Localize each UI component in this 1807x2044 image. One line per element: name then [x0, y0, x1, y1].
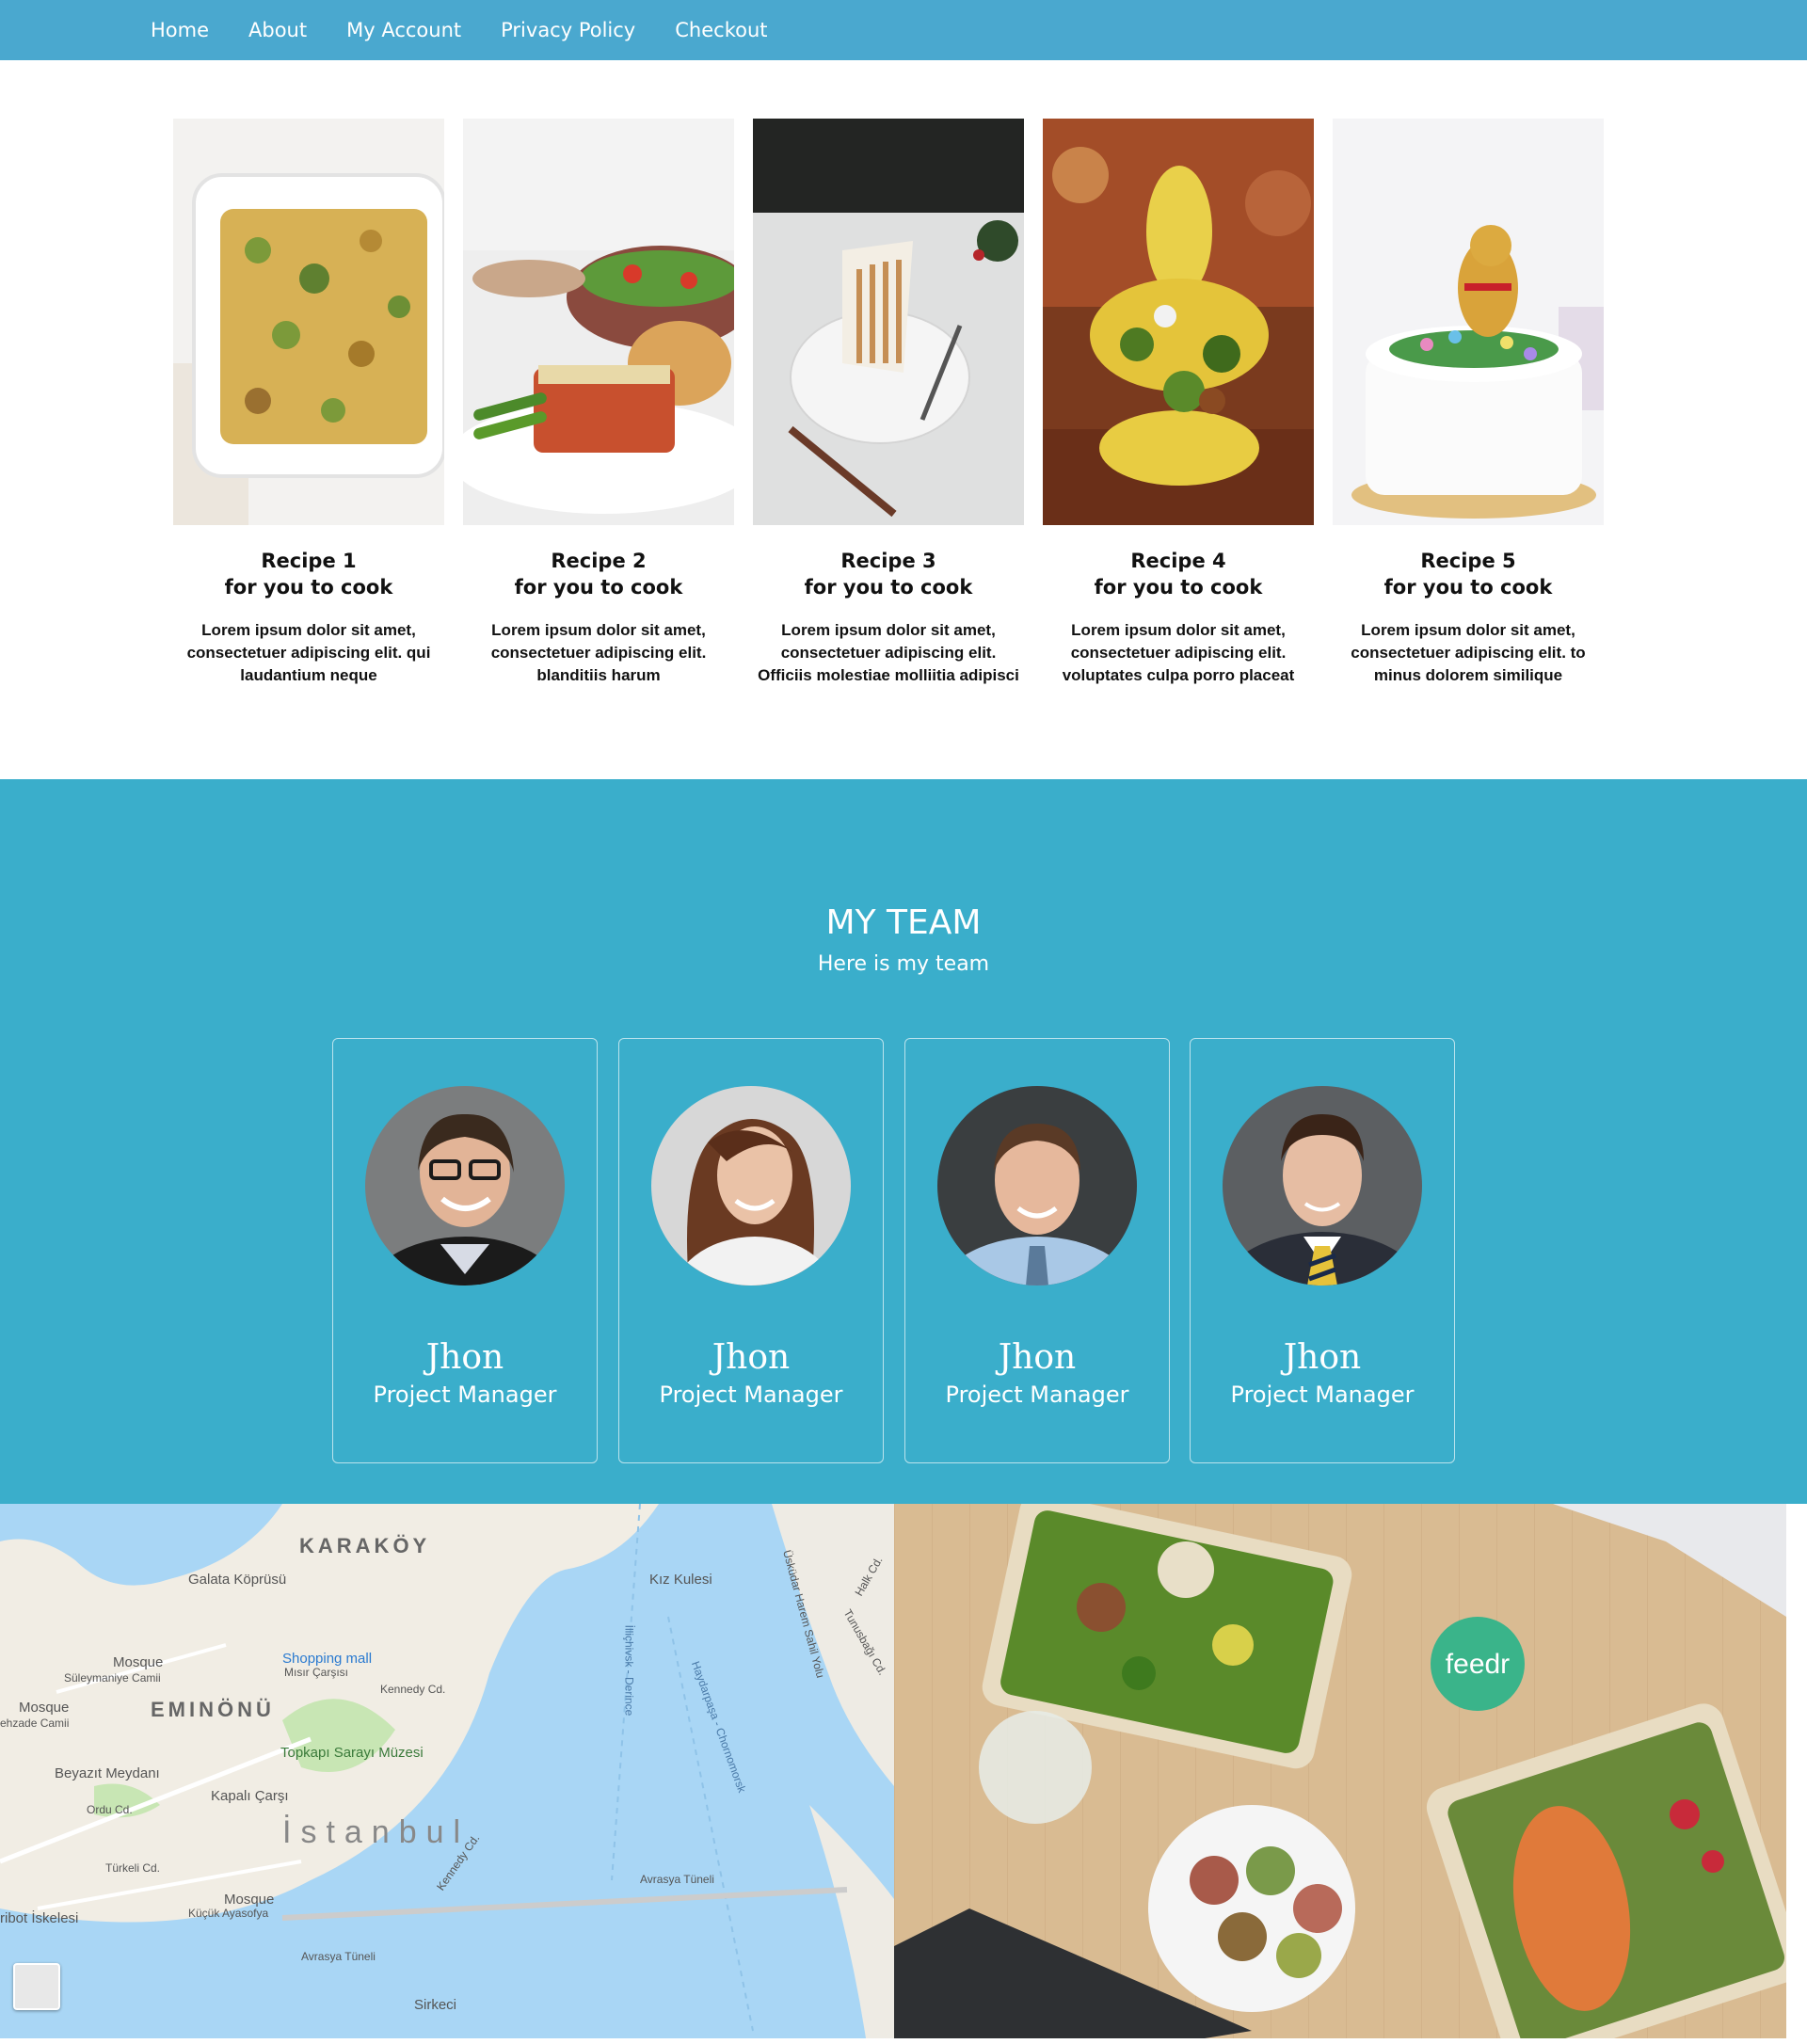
recipe-subtitle: for you to cook	[804, 576, 973, 599]
recipe-subtitle: for you to cook	[1094, 576, 1263, 599]
recipe-card[interactable]: Recipe 4 for you to cook Lorem ipsum dol…	[1043, 119, 1314, 687]
nav-privacy-policy-link[interactable]: Privacy Policy	[501, 19, 635, 41]
map-label: KARAKÖY	[299, 1534, 431, 1557]
map-label: İlliçhivsk - Derince	[622, 1624, 636, 1717]
member-role: Project Manager	[1230, 1381, 1415, 1408]
recipe-1-image	[173, 119, 444, 525]
recipes-section: Recipe 1 for you to cook Lorem ipsum dol…	[173, 119, 1604, 702]
recipe-4-image	[1043, 119, 1314, 525]
recipe-5-image	[1333, 119, 1604, 525]
recipe-description: Lorem ipsum dolor sit amet, consectetuer…	[1351, 621, 1586, 684]
avatar	[365, 1086, 565, 1285]
recipe-title: Recipe 5	[1420, 550, 1516, 572]
map-label: Mosque	[113, 1654, 164, 1670]
member-role: Project Manager	[373, 1381, 557, 1408]
recipe-title: Recipe 3	[840, 550, 936, 572]
map-label: Beyazıt Meydanı	[55, 1765, 160, 1781]
map-label: Avrasya Tüneli	[301, 1950, 376, 1963]
map-label: Mosque	[224, 1892, 275, 1908]
nav-home-link[interactable]: Home	[151, 19, 209, 41]
recipe-title: Recipe 1	[261, 550, 357, 572]
recipe-description: Lorem ipsum dolor sit amet, consectetuer…	[490, 621, 707, 684]
team-title: MY TEAM	[825, 903, 982, 942]
nav-about-link[interactable]: About	[248, 19, 307, 41]
member-name: Jhon	[425, 1338, 504, 1377]
team-member-card[interactable]: Jhon Project Manager	[904, 1038, 1170, 1463]
map-label: Süleymaniye Camii	[64, 1671, 161, 1685]
team-subtitle: Here is my team	[817, 952, 990, 976]
recipe-title: Recipe 2	[551, 550, 647, 572]
nav-links: Home About My Account Privacy Policy Che…	[151, 0, 808, 60]
map-label: Kennedy Cd.	[380, 1683, 446, 1696]
map-label: İstanbul	[282, 1814, 471, 1850]
recipe-subtitle: for you to cook	[1383, 576, 1553, 599]
avatar	[937, 1086, 1137, 1285]
map-label: EMINÖNÜ	[151, 1698, 275, 1721]
member-name: Jhon	[712, 1338, 791, 1377]
nav-checkout-link[interactable]: Checkout	[675, 19, 767, 41]
map-label: Mısır Çarşısı	[284, 1666, 348, 1679]
food-image: feedr	[894, 1504, 1786, 2038]
map-label: Avrasya Tüneli	[640, 1873, 714, 1886]
member-role: Project Manager	[945, 1381, 1129, 1408]
member-name: Jhon	[998, 1338, 1077, 1377]
recipe-2-image	[463, 119, 734, 525]
map-label: Türkeli Cd.	[105, 1861, 161, 1875]
map-label: Topkapı Sarayı Müzesi	[280, 1745, 424, 1761]
recipe-title: Recipe 4	[1130, 550, 1226, 572]
recipe-card[interactable]: Recipe 1 for you to cook Lorem ipsum dol…	[173, 119, 444, 687]
team-member-card[interactable]: Jhon Project Manager	[332, 1038, 598, 1463]
map-label: Kapalı Çarşı	[211, 1788, 289, 1804]
top-navigation: Home About My Account Privacy Policy Che…	[0, 0, 1807, 60]
member-role: Project Manager	[659, 1381, 843, 1408]
avatar	[1223, 1086, 1422, 1285]
recipe-description: Lorem ipsum dolor sit amet, consectetuer…	[1062, 621, 1295, 684]
recipe-card[interactable]: Recipe 3 for you to cook Lorem ipsum dol…	[753, 119, 1024, 687]
map-label: Ordu Cd.	[87, 1803, 133, 1816]
recipe-subtitle: for you to cook	[224, 576, 393, 599]
team-member-card[interactable]: Jhon Project Manager	[1190, 1038, 1455, 1463]
recipe-card[interactable]: Recipe 2 for you to cook Lorem ipsum dol…	[463, 119, 734, 687]
map-label: Shopping mall	[282, 1651, 373, 1667]
recipe-3-image	[753, 119, 1024, 525]
map-label: Mosque	[19, 1700, 70, 1716]
map-label: Sirkeci	[414, 1997, 457, 2013]
recipe-subtitle: for you to cook	[514, 576, 683, 599]
map-label: ehzade Camii	[0, 1717, 70, 1730]
map-embed[interactable]: KARAKÖY Galata Köprüsü Kız Kulesi Mosque…	[0, 1504, 894, 2038]
recipe-card[interactable]: Recipe 5 for you to cook Lorem ipsum dol…	[1333, 119, 1604, 687]
recipe-description: Lorem ipsum dolor sit amet, consectetuer…	[186, 621, 431, 684]
map-control-button[interactable]	[13, 1963, 60, 2010]
team-member-card[interactable]: Jhon Project Manager	[618, 1038, 884, 1463]
map-label: Küçük Ayasofya	[188, 1907, 269, 1920]
feedr-lid-text: feedr	[1446, 1649, 1510, 1680]
member-name: Jhon	[1283, 1338, 1362, 1377]
recipe-description: Lorem ipsum dolor sit amet, consectetuer…	[758, 621, 1019, 684]
nav-my-account-link[interactable]: My Account	[346, 19, 461, 41]
map-label: ribot İskelesi	[0, 1910, 79, 1926]
team-section: MY TEAM Here is my team Jhon Project Man…	[0, 779, 1807, 1504]
map-label: Galata Köprüsü	[188, 1572, 287, 1588]
avatar	[651, 1086, 851, 1285]
map-label: Kız Kulesi	[649, 1572, 712, 1588]
